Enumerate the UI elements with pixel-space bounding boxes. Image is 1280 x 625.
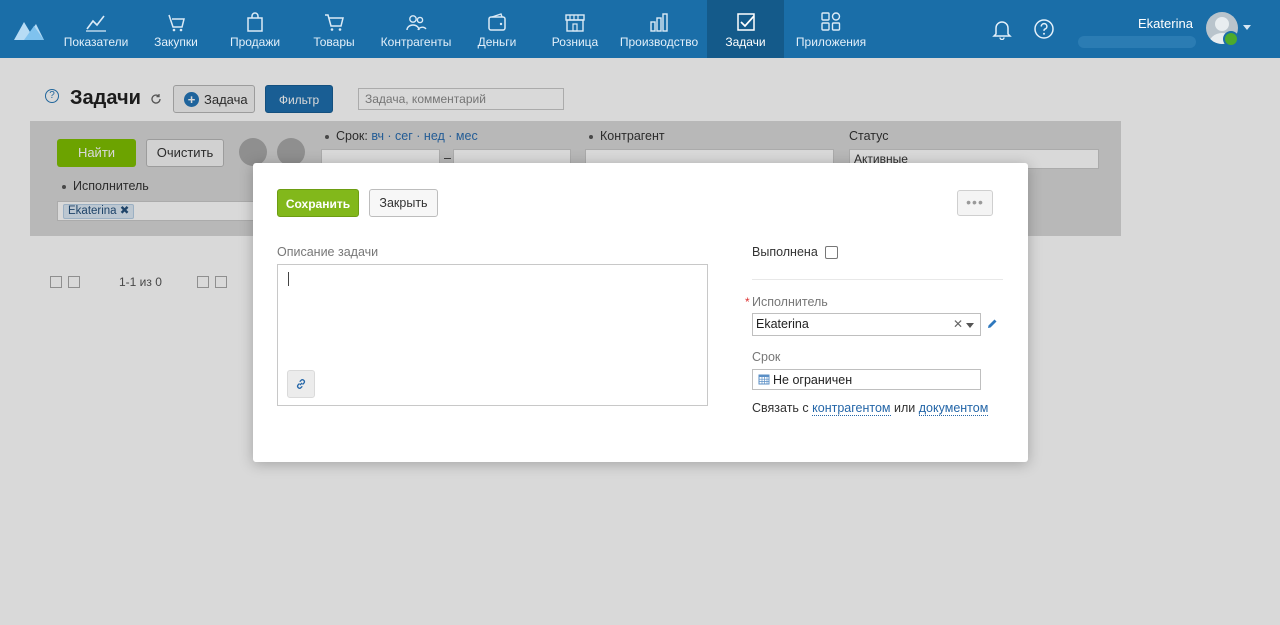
nav-item-money[interactable]: Деньги — [472, 0, 522, 58]
close-button[interactable]: Закрыть — [369, 189, 438, 217]
assignee-value: Ekaterina — [756, 317, 809, 331]
online-badge — [1223, 31, 1239, 47]
nav-item-label: Деньги — [477, 35, 517, 49]
chevron-down-icon[interactable] — [1243, 25, 1251, 30]
more-options-button[interactable]: ••• — [957, 190, 993, 216]
assignee-label: Исполнитель — [752, 295, 828, 309]
description-label: Описание задачи — [277, 245, 379, 259]
description-textarea[interactable] — [277, 264, 708, 406]
nav-item-production[interactable]: Производство — [618, 0, 700, 58]
nav-item-label: Приложения — [795, 35, 867, 49]
save-button[interactable]: Сохранить — [277, 189, 359, 217]
nav-item-purchases[interactable]: Закупки — [146, 0, 206, 58]
nav-item-tasks[interactable]: Задачи — [707, 0, 784, 58]
purchases-icon — [168, 14, 185, 32]
apps-grid-icon — [821, 12, 841, 31]
divider — [752, 279, 1003, 280]
wallet-icon — [488, 13, 506, 31]
task-check-icon — [736, 13, 755, 31]
done-label: Выполнена — [752, 245, 818, 259]
help-icon[interactable] — [1033, 18, 1055, 40]
nav-item-label: Контрагенты — [380, 35, 452, 49]
nav-item-label: Продажи — [229, 35, 281, 49]
attach-link-button[interactable] — [287, 370, 315, 398]
deadline-value: Не ограничен — [773, 373, 853, 387]
deadline-field[interactable]: Не ограничен — [752, 369, 981, 390]
nav-item-label: Товары — [313, 35, 355, 49]
username[interactable]: Ekaterina — [1138, 16, 1193, 31]
factory-icon — [650, 13, 668, 32]
link-icon — [296, 379, 306, 389]
nav-item-label: Закупки — [154, 35, 198, 49]
logo-icon[interactable] — [14, 18, 44, 40]
nav-item-indicators[interactable]: Показатели — [56, 0, 136, 58]
link-document[interactable]: документом — [918, 401, 989, 416]
link-to-line: Связать с контрагентом или документом — [752, 401, 989, 416]
top-navigation: Показатели Закупки Продажи Товары Контра… — [0, 0, 1280, 58]
nav-item-sales[interactable]: Продажи — [225, 0, 285, 58]
nav-item-counterparties[interactable]: Контрагенты — [377, 0, 455, 58]
text-cursor — [288, 272, 289, 286]
shopping-bag-icon — [247, 12, 263, 32]
nav-item-label: Задачи — [725, 35, 766, 49]
people-icon — [406, 15, 427, 31]
assignee-select[interactable]: Ekaterina ✕ — [752, 313, 981, 336]
chevron-down-icon[interactable] — [966, 323, 974, 328]
done-checkbox[interactable] — [825, 246, 838, 259]
bell-icon[interactable] — [991, 18, 1013, 40]
pencil-icon[interactable] — [986, 318, 998, 330]
cart-icon — [325, 14, 344, 31]
nav-item-label: Розница — [551, 35, 599, 49]
store-icon — [565, 14, 585, 32]
nav-item-label: Производство — [619, 35, 699, 49]
clear-icon[interactable]: ✕ — [953, 317, 963, 331]
chart-line-icon — [86, 15, 106, 32]
user-company-blurred — [1078, 36, 1196, 48]
deadline-label: Срок — [752, 350, 781, 364]
nav-item-label: Показатели — [63, 35, 129, 49]
nav-item-apps[interactable]: Приложения — [795, 0, 867, 58]
required-marker: * — [745, 295, 750, 309]
link-counterparty[interactable]: контрагентом — [812, 401, 891, 416]
nav-item-retail[interactable]: Розница — [546, 0, 604, 58]
calendar-icon — [758, 374, 770, 385]
nav-item-goods[interactable]: Товары — [306, 0, 362, 58]
task-edit-modal: Сохранить Закрыть ••• Описание задачи Вы… — [253, 163, 1028, 462]
